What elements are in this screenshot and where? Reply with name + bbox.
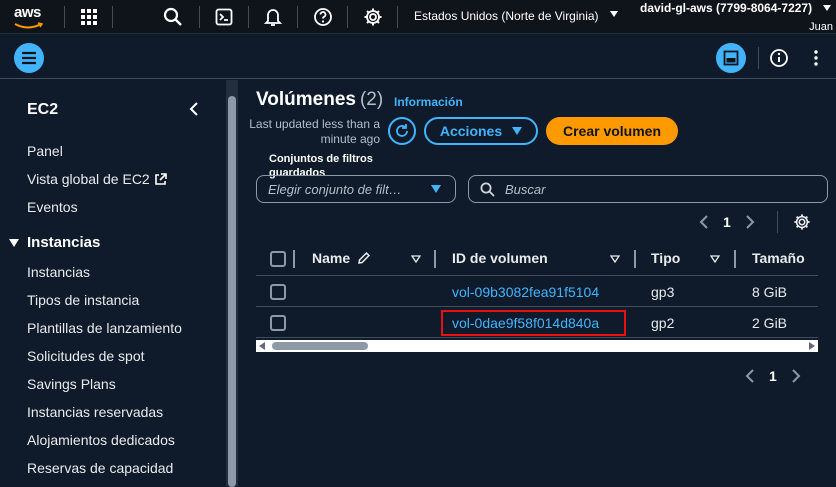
chevron-right-icon[interactable] (791, 369, 801, 383)
sidebar-item-events[interactable]: Eventos (27, 199, 78, 215)
cell-size: 8 GiB (752, 284, 788, 300)
sidebar-item-instance-types[interactable]: Tipos de instancia (27, 292, 139, 308)
chevron-right-icon[interactable] (745, 215, 755, 229)
split-panel-icon[interactable] (716, 43, 746, 73)
row-checkbox[interactable] (270, 284, 286, 300)
chevron-left-icon[interactable] (699, 215, 709, 229)
bottom-pagination: 1 (745, 364, 801, 388)
sidebar-item-reserved-instances[interactable]: Instancias reservadas (27, 404, 163, 420)
divider (112, 6, 113, 28)
user-name[interactable]: Juan (809, 21, 833, 33)
edit-pencil-icon (358, 251, 371, 264)
page-number[interactable]: 1 (769, 368, 777, 384)
aws-logo[interactable]: aws (14, 3, 48, 31)
saved-filter-select[interactable]: Elegir conjunto de filt… (256, 175, 456, 203)
cell-size: 2 GiB (752, 315, 788, 331)
search-icon[interactable] (161, 5, 185, 29)
scroll-right-arrow-icon[interactable] (809, 342, 815, 350)
sidebar: EC2 Panel Vista global de EC2 Eventos In… (0, 80, 226, 487)
column-divider (634, 250, 636, 268)
sidebar-item-dedicated-hosts[interactable]: Alojamientos dedicados (27, 432, 175, 448)
actions-dropdown-button[interactable]: Acciones (424, 117, 538, 145)
divider (347, 6, 348, 28)
column-header-size[interactable]: Tamaño (752, 250, 805, 266)
chevron-left-icon[interactable] (186, 99, 202, 119)
divider (199, 6, 200, 28)
divider (777, 211, 778, 233)
create-volume-button[interactable]: Crear volumen (546, 117, 678, 145)
volume-id-link[interactable]: vol-0dae9f58f014d840a (452, 315, 599, 331)
notifications-bell-icon[interactable] (261, 5, 285, 29)
page-number[interactable]: 1 (723, 214, 731, 230)
sort-caret-icon[interactable] (710, 255, 720, 263)
aws-logo-text: aws (14, 4, 41, 21)
main-content: Volúmenes (2) Información Last updated le… (239, 80, 836, 487)
info-icon[interactable] (767, 46, 791, 70)
menu-toggle-icon[interactable] (14, 43, 44, 73)
info-link[interactable]: Información (394, 95, 463, 109)
item-count: (2) (359, 89, 384, 110)
select-all-checkbox[interactable] (270, 251, 286, 267)
region-selector[interactable]: Estados Unidos (Norte de Virginia) (414, 9, 599, 23)
column-header-type[interactable]: Tipo (651, 250, 680, 266)
row-checkbox[interactable] (270, 315, 286, 331)
sidebar-scrollbar-thumb[interactable] (228, 96, 236, 487)
refresh-icon (396, 124, 408, 137)
column-divider (434, 250, 436, 268)
page-title: Volúmenes (2) (256, 89, 384, 110)
divider (64, 6, 65, 28)
sidebar-section-instances[interactable]: Instancias (9, 234, 100, 251)
settings-gear-icon[interactable] (361, 5, 385, 29)
column-header-volume-id[interactable]: ID de volumen (452, 250, 548, 266)
sidebar-item-global-view[interactable]: Vista global de EC2 (27, 171, 167, 187)
volume-id-link[interactable]: vol-09b3082fea91f5104 (452, 284, 599, 300)
sidebar-item-instances[interactable]: Instancias (27, 264, 90, 280)
divider (297, 6, 298, 28)
console-toolbar (0, 35, 836, 79)
caret-down-icon (9, 238, 19, 247)
table-row[interactable]: vol-0dae9f58f014d840a gp2 2 GiB (256, 308, 818, 338)
cloudshell-icon[interactable] (212, 5, 236, 29)
search-input[interactable]: Buscar (468, 175, 828, 203)
scrollbar-thumb[interactable] (272, 342, 368, 350)
sort-caret-icon[interactable] (411, 255, 421, 263)
search-icon (480, 182, 495, 197)
divider (397, 6, 398, 28)
volumes-table: Name ID de volumen Tipo Tamaño vol-09b30… (256, 242, 818, 352)
scroll-left-arrow-icon[interactable] (259, 342, 265, 350)
sidebar-item-launch-templates[interactable]: Plantillas de lanzamiento (27, 320, 182, 336)
external-link-icon (154, 173, 167, 185)
table-row[interactable]: vol-09b3082fea91f5104 gp3 8 GiB (256, 277, 818, 307)
divider (248, 6, 249, 28)
chevron-left-icon[interactable] (745, 369, 755, 383)
account-menu[interactable]: david-gl-aws (7799-8064-7227) (640, 1, 812, 15)
refresh-button[interactable] (388, 117, 416, 145)
column-divider (293, 250, 295, 268)
column-header-name[interactable]: Name (312, 250, 371, 266)
sidebar-item-capacity-reservations[interactable]: Reservas de capacidad (27, 460, 173, 476)
sidebar-item-savings-plans[interactable]: Savings Plans (27, 376, 116, 392)
caret-down-icon (512, 127, 523, 135)
services-grid-icon[interactable] (77, 5, 101, 29)
chevron-down-icon[interactable] (610, 11, 618, 17)
sidebar-item-spot-requests[interactable]: Solicitudes de spot (27, 348, 145, 364)
more-options-icon[interactable] (806, 46, 826, 70)
cell-type: gp3 (651, 284, 675, 300)
table-horizontal-scrollbar[interactable] (256, 340, 818, 352)
sidebar-item-panel[interactable]: Panel (27, 143, 63, 159)
table-settings-gear-icon[interactable] (792, 212, 812, 232)
top-navigation: aws Estados Unidos (Norte de Virginia) d… (0, 0, 836, 34)
cell-type: gp2 (651, 315, 675, 331)
caret-down-icon (431, 185, 441, 193)
divider (758, 47, 759, 69)
table-header: Name ID de volumen Tipo Tamaño (256, 242, 818, 276)
help-icon[interactable] (311, 5, 335, 29)
sort-caret-icon[interactable] (610, 255, 620, 263)
column-divider (734, 250, 736, 268)
sidebar-title[interactable]: EC2 (27, 101, 58, 119)
pagination: 1 (699, 210, 755, 234)
last-updated-text: Last updated less than a minute ago (249, 117, 380, 146)
chevron-down-icon[interactable] (823, 5, 831, 11)
